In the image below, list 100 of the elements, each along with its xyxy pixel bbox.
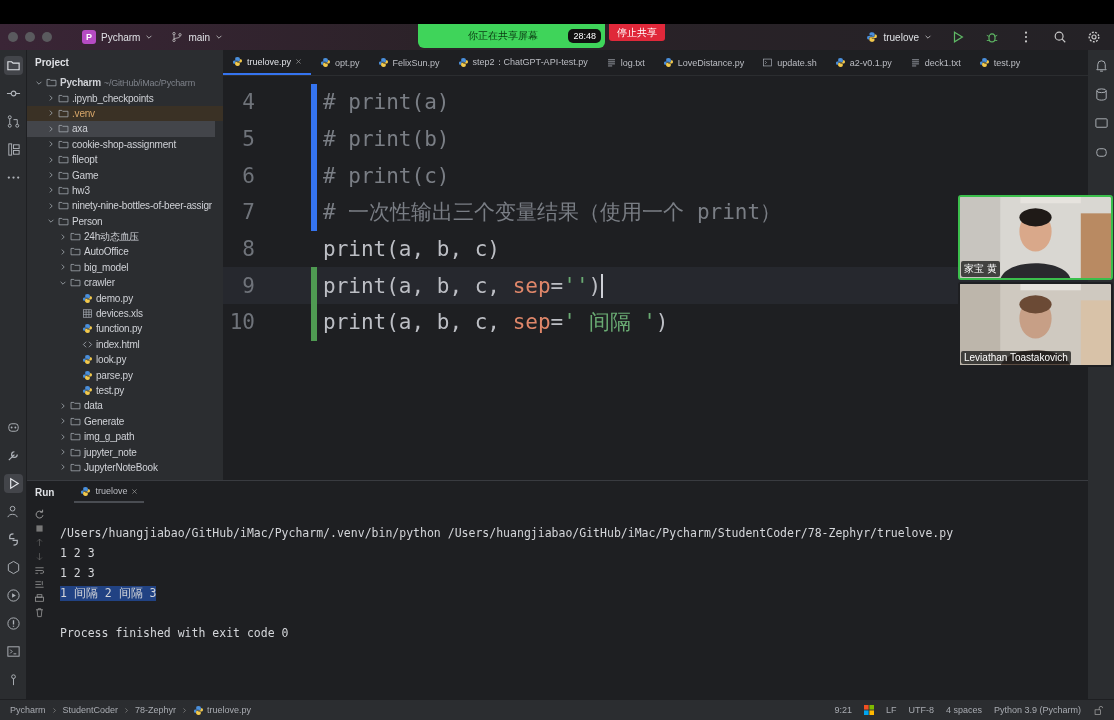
rerun-icon[interactable] (33, 509, 45, 520)
print-icon[interactable] (33, 593, 45, 604)
indent-setting[interactable]: 4 spaces (945, 705, 982, 715)
console-output-line: 1 2 3 (60, 566, 95, 580)
tree-item[interactable]: function.py (27, 321, 223, 337)
tree-item[interactable]: fileopt (27, 151, 223, 168)
breadcrumb[interactable]: truelove.py (193, 704, 252, 716)
cursor-position[interactable]: 9:21 (834, 705, 852, 715)
run-tab[interactable]: truelove (74, 481, 145, 503)
chevron-icon[interactable] (47, 124, 55, 133)
branch-switcher[interactable]: main (167, 29, 228, 45)
chevron-icon[interactable] (59, 248, 67, 256)
line-separator[interactable]: LF (885, 705, 897, 715)
close-window-button[interactable] (8, 32, 18, 42)
chevron-icon[interactable] (59, 463, 67, 472)
stop-sharing-button[interactable]: 停止共享 (609, 24, 665, 41)
project-panel-title[interactable]: Project (35, 57, 69, 68)
chevron-icon[interactable] (59, 432, 67, 441)
folder-icon (70, 277, 81, 289)
editor-tab[interactable]: truelove.py (223, 50, 312, 75)
file-encoding[interactable]: UTF-8 (908, 705, 934, 715)
interpreter-selector[interactable]: Python 3.9 (Pycharm) (993, 705, 1081, 715)
folder-icon (70, 431, 81, 443)
folder-icon (58, 169, 69, 181)
chevron-icon[interactable] (47, 94, 55, 103)
editor-tab[interactable]: step2：ChatGPT-API-test.py (448, 50, 597, 75)
tree-item[interactable]: .venv (27, 105, 223, 122)
tree-item[interactable]: Game (27, 167, 223, 183)
trash-icon[interactable] (33, 607, 45, 618)
chevron-icon[interactable] (47, 155, 55, 164)
run-config-selector[interactable]: truelove (862, 29, 936, 45)
tree-item[interactable]: AutoOffice (27, 244, 223, 260)
breadcrumb[interactable]: StudentCoder (62, 705, 119, 715)
scroll-to-end-icon[interactable] (33, 579, 45, 590)
chevron-icon[interactable] (59, 448, 67, 457)
tree-item[interactable]: big_model (27, 259, 223, 276)
editor-tab[interactable]: LoveDistance.py (653, 50, 754, 75)
editor-tab[interactable]: test.py (969, 50, 1030, 75)
change-marker[interactable] (311, 194, 317, 231)
tree-item[interactable]: .ipynb_checkpoints (27, 90, 223, 106)
tree-item[interactable]: index.html (27, 336, 223, 353)
editor-tab[interactable]: a2-v0.1.py (825, 50, 901, 75)
editor-tab[interactable]: deck1.txt (900, 50, 970, 75)
chevron-icon[interactable] (59, 401, 67, 410)
breadcrumb[interactable]: 78-Zephyr (135, 705, 177, 715)
chevron-icon[interactable] (59, 232, 67, 241)
chevron-icon (924, 33, 932, 41)
minimize-window-button[interactable] (25, 32, 35, 42)
tree-item[interactable]: Pycharm ~/GitHub/iMac/Pycharm (27, 75, 223, 91)
tree-item[interactable]: Generate (27, 413, 223, 429)
close-icon[interactable] (131, 487, 139, 495)
breadcrumb[interactable]: Pycharm (10, 705, 46, 715)
search-icon[interactable] (1053, 30, 1067, 44)
change-marker[interactable] (311, 84, 317, 121)
tree-item[interactable]: ninety-nine-bottles-of-beer-assigr (27, 198, 223, 214)
tree-item[interactable]: data (27, 398, 223, 414)
share-timer[interactable]: 28:48 (568, 29, 601, 43)
soft-wrap-icon[interactable] (33, 565, 45, 576)
run-icon[interactable] (951, 30, 965, 44)
tree-item[interactable]: jupyter_note (27, 444, 223, 460)
chevron-icon[interactable] (59, 417, 67, 426)
chevron-icon[interactable] (59, 263, 67, 272)
tree-item[interactable]: axa (27, 121, 215, 137)
chevron-icon[interactable] (47, 201, 55, 210)
editor-tab[interactable]: FelixSun.py (368, 50, 449, 75)
close-icon[interactable] (295, 58, 303, 65)
folder-icon (58, 200, 69, 212)
tree-item[interactable]: Person (27, 213, 223, 229)
folder-icon[interactable] (3, 56, 23, 75)
editor-tab[interactable]: log.txt (596, 50, 654, 75)
tree-item[interactable]: devices.xls (27, 305, 223, 322)
project-switcher[interactable]: P Pycharm (78, 28, 158, 46)
code-line: print(a, b, c, sep=' 间隔 ') (323, 309, 669, 337)
tree-item[interactable]: test.py (27, 382, 223, 399)
tree-item[interactable]: cookie-shop-assignment (27, 136, 223, 152)
tree-item[interactable]: look.py (27, 352, 223, 368)
stop-icon[interactable] (33, 523, 45, 534)
tree-item[interactable]: demo.py (27, 290, 223, 306)
zoom-window-button[interactable] (42, 32, 52, 42)
tree-item[interactable]: crawler (27, 275, 223, 291)
tree-item[interactable]: JupyterNoteBook (27, 459, 223, 476)
chevron-icon[interactable] (47, 186, 55, 195)
editor-tab[interactable]: update.sh (753, 50, 826, 75)
tree-item[interactable]: parse.py (27, 367, 223, 383)
tree-item[interactable]: hw3 (27, 182, 223, 199)
tree-item[interactable]: img_g_path (27, 429, 223, 445)
bug-icon[interactable] (985, 30, 999, 44)
change-marker[interactable] (311, 267, 317, 305)
chevron-icon[interactable] (47, 109, 55, 118)
chevron-icon[interactable] (47, 140, 55, 149)
chevron-icon[interactable] (47, 171, 55, 180)
tree-item[interactable]: 24h动态血压 (27, 228, 223, 245)
code-line: print(a, b, c) (323, 237, 500, 262)
unlock-icon[interactable] (1093, 704, 1104, 716)
chevron-icon[interactable] (47, 217, 55, 226)
change-marker[interactable] (311, 304, 317, 341)
run-icon[interactable] (3, 474, 23, 493)
line-number: 6 (241, 163, 255, 188)
editor-tab[interactable]: opt.py (311, 50, 369, 75)
settings-icon[interactable] (1087, 30, 1101, 44)
